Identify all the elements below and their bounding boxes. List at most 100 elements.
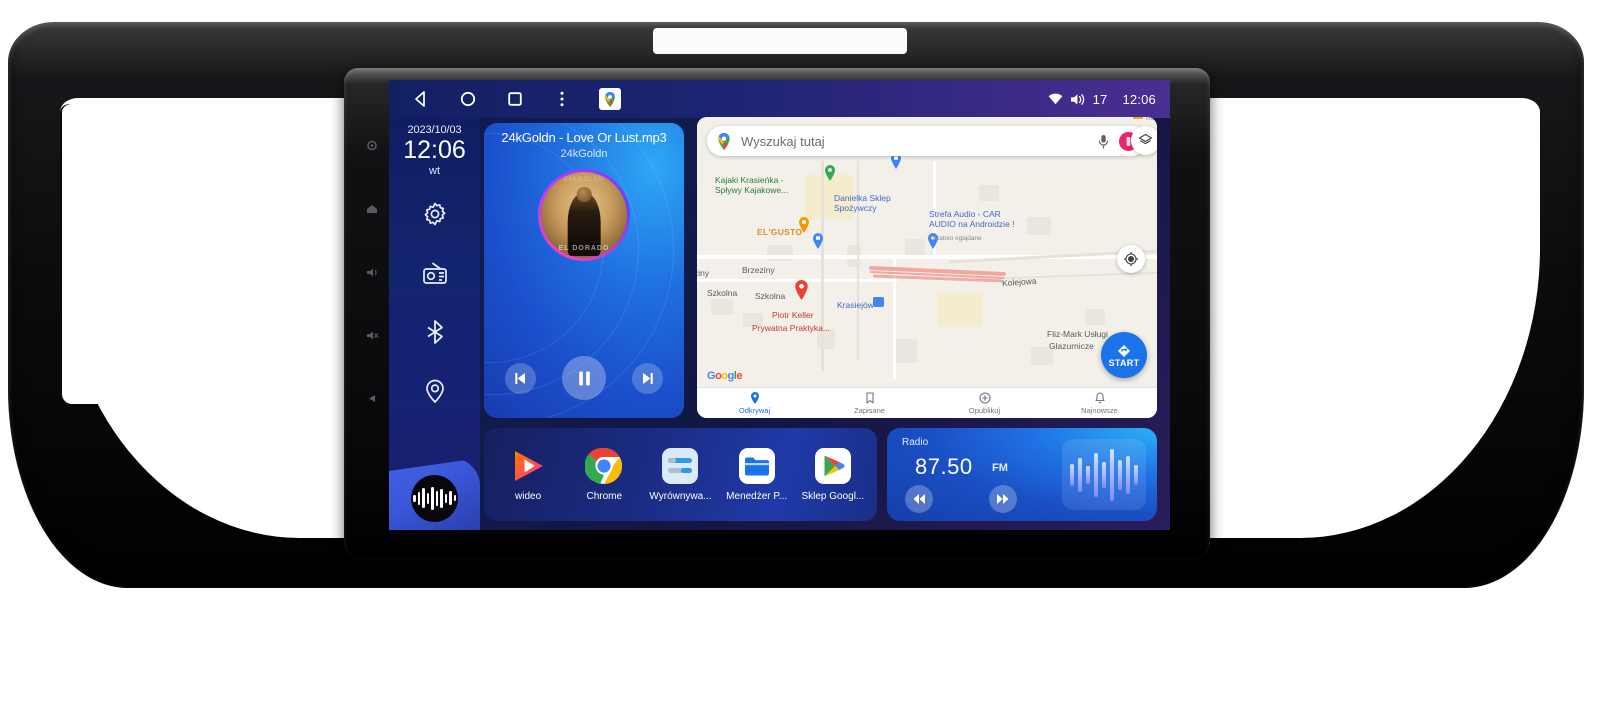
home-icon[interactable] [458,89,478,109]
map-nav-contribute[interactable]: Opublikuj [927,391,1042,415]
map-pin-blue[interactable] [812,233,824,249]
status-indicators: 17 12:06 [1048,92,1170,107]
fascia-left-vent-cutout [62,104,362,404]
location-pin-icon[interactable] [420,376,450,406]
radio-title: Radio [902,437,929,448]
app-shortcuts-row[interactable]: wideo Chrome Wyrównywa... Menedżer P... … [484,428,877,521]
radio-icon[interactable] [420,258,450,288]
radio-controls[interactable] [905,485,1017,513]
map-label: Krasiejów [837,300,874,310]
music-player-widget[interactable]: 24kGoldn - Love Or Lust.mp3 24kGoldn 24K… [484,123,684,418]
video-player-icon[interactable] [509,447,547,485]
radio-seek-down-button[interactable] [905,485,933,513]
play-pause-button[interactable] [562,356,606,400]
equalizer-icon[interactable] [661,447,699,485]
hw-mute-icon[interactable] [361,328,383,343]
app-label: wideo [515,491,542,502]
more-menu-icon[interactable] [552,89,572,109]
back-icon[interactable] [411,89,431,109]
map-label: Szkolna [707,288,738,298]
map-label: Glazurnicze [1049,341,1094,351]
audio-visualizer [1062,439,1146,510]
head-unit-screen: 17 12:06 2023/10/03 12:06 wt 24kGoldn - … [389,80,1170,530]
map-label: Fliz-Mark Usługi [1047,329,1108,339]
settings-icon[interactable] [420,199,450,229]
hw-home-icon[interactable] [361,201,383,216]
previous-track-button[interactable] [505,362,536,394]
next-track-button[interactable] [632,362,663,394]
map-label-sub: Ostatnio oglądane [929,235,982,242]
map-label: Brzeziny [742,265,775,275]
microphone-icon[interactable] [1097,134,1110,149]
map-nav-label: Najnowsze [1081,405,1118,415]
audio-waveform-icon[interactable] [411,474,458,522]
map-nav-label: Zapisane [854,405,885,415]
rail-shortcut-list[interactable] [420,199,450,406]
rail-date: 2023/10/03 [407,124,462,136]
map-label: Szkolna [755,291,786,301]
map-layers-button[interactable] [1131,126,1157,155]
map-pin-red-selected[interactable] [794,280,809,300]
map-nav-label: Odkrywaj [738,405,771,415]
app-shortcut-file-manager[interactable]: Menedżer P... [724,447,790,502]
volume-level: 17 [1092,91,1108,107]
file-manager-icon[interactable] [738,447,776,485]
app-shortcut-play-store[interactable]: Sklep Googl... [800,447,866,502]
google-maps-shortcut-icon[interactable] [599,88,621,110]
map-label: Danielka Sklep Spożywczy [834,193,891,214]
bluetooth-icon[interactable] [420,317,450,347]
album-art-bottom-text: EL DORADO [558,244,610,252]
google-logo: Google [707,370,742,382]
android-status-bar: 17 12:06 [389,80,1170,118]
wifi-icon [1048,93,1063,105]
hw-power-icon[interactable] [361,138,383,153]
map-label: Piotr Keller [772,310,814,320]
radio-band: FM [992,462,1008,474]
map-canvas[interactable]: STREFA AUDIO [697,117,1157,418]
rail-clock: 12:06 [403,136,466,164]
radio-widget[interactable]: Radio 87.50 FM [887,428,1157,521]
play-store-icon[interactable] [814,447,852,485]
map-label: Strefa Audio - CAR AUDIO na Androidzie ! [929,209,1015,230]
voice-assistant-button[interactable] [389,458,480,530]
album-art-top-text: 24KGOLDN [563,177,604,184]
map-label: EL'GUSTO [757,227,803,237]
hardware-button-strip[interactable] [350,138,394,406]
music-transport-controls[interactable] [484,356,684,400]
hw-back-icon[interactable] [361,391,383,406]
app-shortcuts-widget[interactable]: wideo Chrome Wyrównywa... Menedżer P... … [484,428,877,521]
album-art-head [576,187,592,203]
android-nav-buttons[interactable] [389,88,621,110]
app-shortcut-wideo[interactable]: wideo [495,447,561,502]
radio-frequency: 87.50 [915,454,973,479]
screenshot-root: 17 12:06 2023/10/03 12:06 wt 24kGoldn - … [0,0,1599,705]
start-navigation-button[interactable]: START [1101,332,1147,378]
launcher-left-rail: 2023/10/03 12:06 wt [389,118,480,530]
app-shortcut-chrome[interactable]: Chrome [571,447,637,502]
map-nav-explore[interactable]: Odkrywaj [697,391,812,415]
map-label: Kajaki Krasieńka - Spływy Kajakowe... [715,175,789,196]
map-nav-updates[interactable]: Najnowsze [1042,391,1157,415]
start-navigation-label: START [1108,357,1140,368]
radio-seek-up-button[interactable] [989,485,1017,513]
recenter-button[interactable] [1117,245,1145,273]
map-search-bar[interactable]: Wyszukaj tutaj [707,126,1147,156]
map-bottom-nav[interactable]: Odkrywaj Zapisane Opublikuj Najnowsze [697,387,1157,418]
status-clock: 12:06 [1122,91,1156,107]
recents-icon[interactable] [505,89,525,109]
map-pin-green[interactable] [824,165,836,181]
map-label: Kolejowa [1001,275,1037,289]
app-shortcut-equalizer[interactable]: Wyrównywa... [647,447,713,502]
search-input[interactable]: Wyszukaj tutaj [741,134,1097,149]
fascia-top-slot [653,28,907,54]
app-label: Menedżer P... [726,491,788,502]
app-label: Wyrównywa... [649,491,712,502]
map-nav-saved[interactable]: Zapisane [812,391,927,415]
map-top-marker-label: STREFA AUDIO [1146,117,1157,122]
hw-volume-icon[interactable] [361,265,383,280]
map-transit-icon[interactable] [873,297,884,307]
chrome-icon[interactable] [585,447,623,485]
google-maps-widget[interactable]: STREFA AUDIO [697,117,1157,418]
map-nav-label: Opublikuj [968,405,1001,415]
app-label: Sklep Googl... [801,491,865,502]
